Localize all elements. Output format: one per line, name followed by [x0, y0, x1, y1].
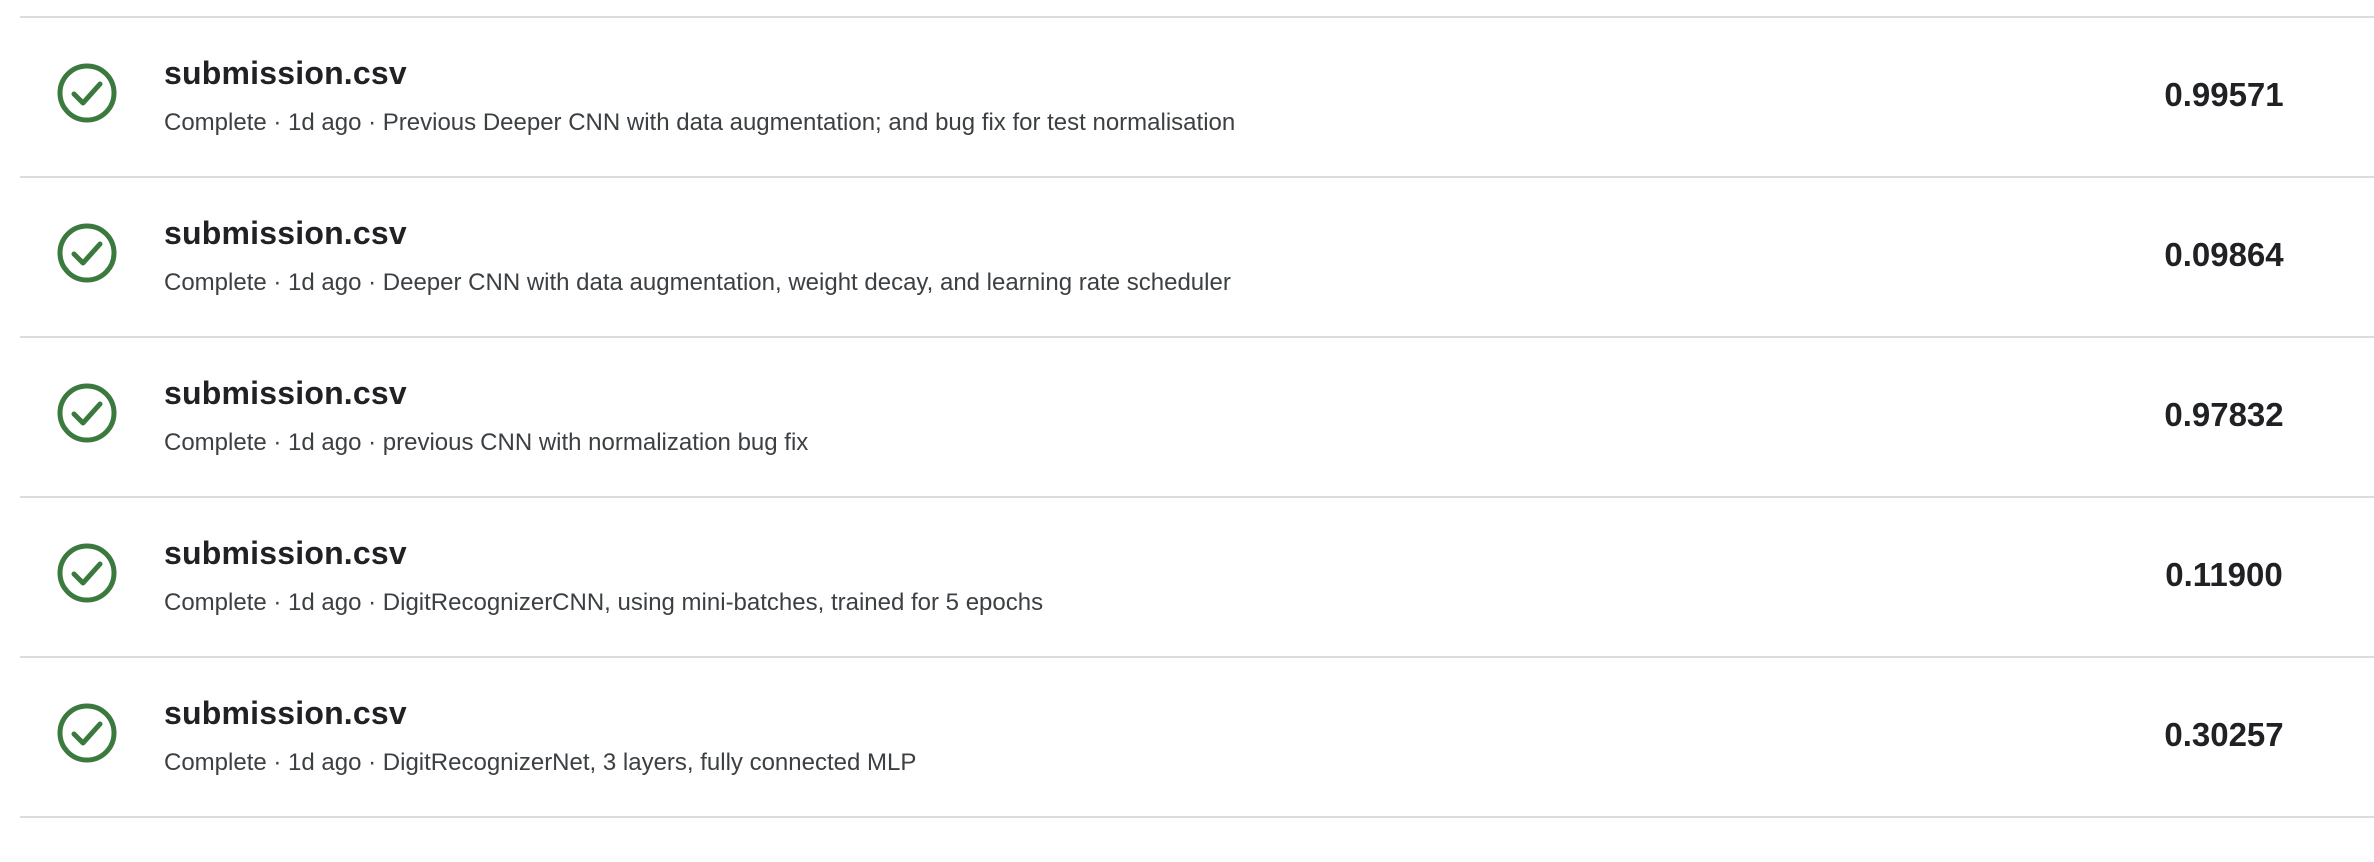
check-circle-icon — [56, 222, 118, 284]
check-circle-icon — [56, 702, 118, 764]
submission-filename[interactable]: submission.csv — [164, 535, 407, 572]
submission-score: 0.30257 — [2164, 716, 2284, 753]
submission-row[interactable]: submission.csv Complete · 1d ago · Previ… — [20, 18, 2374, 178]
check-circle-icon — [56, 62, 118, 124]
submission-filename[interactable]: submission.csv — [164, 55, 407, 92]
submission-meta: Complete · 1d ago · Previous Deeper CNN … — [164, 109, 1236, 136]
submission-meta: Complete · 1d ago · Deeper CNN with data… — [164, 269, 1231, 296]
submission-row[interactable]: submission.csv Complete · 1d ago · Deepe… — [20, 178, 2374, 338]
submission-meta: Complete · 1d ago · DigitRecognizerCNN, … — [164, 589, 1044, 616]
submission-row[interactable]: submission.csv Complete · 1d ago · Digit… — [20, 498, 2374, 658]
submission-filename[interactable]: submission.csv — [164, 215, 407, 252]
submissions-list: submission.csv Complete · 1d ago · Previ… — [20, 16, 2374, 818]
submission-score: 0.97832 — [2164, 396, 2284, 433]
check-circle-icon — [56, 382, 118, 444]
check-circle-icon — [56, 542, 118, 604]
submission-row[interactable]: submission.csv Complete · 1d ago · Digit… — [20, 658, 2374, 818]
submission-meta: Complete · 1d ago · DigitRecognizerNet, … — [164, 749, 917, 776]
submission-score: 0.99571 — [2164, 76, 2284, 113]
submission-score: 0.11900 — [2165, 556, 2283, 593]
submission-meta: Complete · 1d ago · previous CNN with no… — [164, 429, 809, 456]
submission-row[interactable]: submission.csv Complete · 1d ago · previ… — [20, 338, 2374, 498]
submission-filename[interactable]: submission.csv — [164, 375, 407, 412]
submission-filename[interactable]: submission.csv — [164, 695, 407, 732]
submission-score: 0.09864 — [2164, 236, 2284, 273]
